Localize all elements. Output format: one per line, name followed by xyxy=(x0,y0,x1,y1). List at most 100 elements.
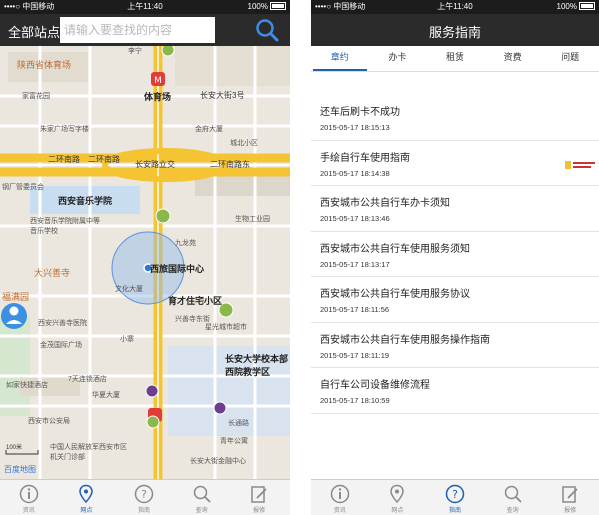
active-tab-indicator xyxy=(313,69,367,71)
list-item[interactable]: 自行车公司设备维修流程 2015-05-17 18:10:59 xyxy=(311,368,599,414)
tab-faq[interactable]: 问题 xyxy=(541,46,599,71)
item-date: 2015-05-17 18:11:19 xyxy=(320,350,390,360)
tab-repair[interactable]: 报修 xyxy=(230,480,288,515)
map-canvas: M xyxy=(0,46,290,480)
item-date: 2015-05-17 18:15:13 xyxy=(320,123,390,132)
map-screen: ••••○ 中国移动 上午11:40 100% 全部站点 请输入要查找的内容 M… xyxy=(0,0,290,515)
guide-screen: ••••○ 中国移动 上午11:40 100% 服务指南 章约 办卡 租赁 资费… xyxy=(311,0,599,515)
list-item[interactable]: 西安城市公共自行车使用服务操作指南 2015-05-17 18:11:19 xyxy=(311,323,599,368)
map-header: 全部站点 xyxy=(0,14,290,46)
tab-label: 报修 xyxy=(564,508,577,514)
map-label: 西安市公安局 xyxy=(28,418,70,425)
map-label: 城北小区 xyxy=(230,140,258,147)
tab-label: 报修 xyxy=(253,508,266,514)
tab-guide[interactable]: ? 指南 xyxy=(426,480,484,515)
location-pin-icon xyxy=(390,484,405,504)
search-icon[interactable] xyxy=(254,18,280,42)
map-label: 长安大街金融中心 xyxy=(190,458,246,465)
tab-stations[interactable]: 网点 xyxy=(369,480,427,515)
status-bar: ••••○ 中国移动 上午11:40 100% xyxy=(0,0,290,14)
search-input[interactable] xyxy=(60,17,215,43)
tab-stations[interactable]: 网点 xyxy=(58,480,116,515)
list-item[interactable]: 西安城市公共自行车办卡须知 2015-05-17 18:13:46 xyxy=(311,186,599,232)
map-label: 长通路 xyxy=(228,420,249,427)
edit-icon xyxy=(562,486,578,503)
map-label: 青年公寓 xyxy=(220,438,248,445)
map-label: 西安音乐学院附属中等音乐学校 xyxy=(30,218,100,235)
map-label: 西安音乐学院 xyxy=(58,196,113,206)
item-title: 自行车公司设备维修流程 xyxy=(320,380,430,391)
tab-info[interactable]: 资讯 xyxy=(311,480,369,515)
map-view[interactable]: M 陕西省体育场 李宁 体育场 家富花园 长安大街3号 朱家广场写字楼 金府大厦… xyxy=(0,46,290,480)
map-label: 长安路立交 xyxy=(135,160,175,169)
tab-label: 资讯 xyxy=(22,508,35,514)
map-label: 文化大厦 xyxy=(115,286,143,293)
clock: 上午11:40 xyxy=(127,2,163,11)
map-label: 中国人民解放军西安市区机关门诊部 xyxy=(50,444,127,461)
item-title: 手绘自行车使用指南 xyxy=(320,152,410,164)
tab-label: 网点 xyxy=(80,508,93,514)
map-label: 钢厂管委员会 xyxy=(2,184,44,191)
tab-label: 查询 xyxy=(195,508,208,514)
guide-header: 服务指南 xyxy=(311,14,599,46)
map-label: 李宁 xyxy=(128,48,142,55)
item-thumbnail-icon xyxy=(565,160,595,169)
map-label: 二环南路东 xyxy=(210,160,250,169)
tab-query[interactable]: 查询 xyxy=(173,480,231,515)
item-title: 西安城市公共自行车使用服务须知 xyxy=(320,243,470,255)
tab-info[interactable]: 资讯 xyxy=(0,480,58,515)
all-stations-button[interactable]: 全部站点 xyxy=(8,22,60,41)
map-label: 华夏大厦 xyxy=(92,392,120,399)
tab-label: 资讯 xyxy=(333,508,346,514)
guide-list: 还车后刷卡不成功 2015-05-17 18:15:13 手绘自行车使用指南 201… xyxy=(311,95,599,414)
tab-guide[interactable]: ? 指南 xyxy=(115,480,173,515)
map-scale: 100米 xyxy=(6,445,23,451)
map-label: 长安大街3号 xyxy=(200,91,245,100)
baidu-logo: 百度地图 xyxy=(4,465,36,474)
list-item[interactable]: 西安城市公共自行车使用服务协议 2015-05-17 18:11:56 xyxy=(311,277,599,323)
battery: 100% xyxy=(248,0,286,14)
item-title: 西安城市公共自行车使用服务协议 xyxy=(320,289,470,300)
list-item[interactable]: 手绘自行车使用指南 2015-05-17 18:14:38 xyxy=(311,141,599,186)
info-icon xyxy=(330,484,350,504)
tab-rental[interactable]: 租赁 xyxy=(426,46,484,71)
tab-repair[interactable]: 报修 xyxy=(541,480,599,515)
tab-rules[interactable]: 章约 xyxy=(311,46,369,71)
item-date: 2015-05-17 18:13:46 xyxy=(320,214,390,223)
item-title: 西安城市公共自行车办卡须知 xyxy=(320,198,450,209)
battery-percent: 100% xyxy=(556,2,577,11)
bottom-tab-bar: 资讯 网点 ? 指南 查询 报修 xyxy=(311,479,599,515)
tab-card[interactable]: 办卡 xyxy=(369,46,427,71)
status-bar: ••••○ 中国移动 上午11:40 100% xyxy=(311,0,599,14)
item-date: 2015-05-17 18:13:17 xyxy=(320,259,390,269)
item-date: 2015-05-17 18:14:38 xyxy=(320,168,390,178)
bottom-tab-bar: 资讯 网点 ? 指南 查询 报修 xyxy=(0,479,290,515)
list-item[interactable]: 西安城市公共自行车使用服务须知 2015-05-17 18:13:17 xyxy=(311,232,599,277)
map-label: 小寨 xyxy=(120,336,134,343)
map-label: 生物工业园 xyxy=(235,216,270,223)
tab-label: 查询 xyxy=(506,508,519,514)
list-item[interactable]: 还车后刷卡不成功 2015-05-17 18:15:13 xyxy=(311,95,599,141)
info-icon xyxy=(19,484,39,504)
map-label: 朱家广场写字楼 xyxy=(40,126,89,133)
category-tabs: 章约 办卡 租赁 资费 问题 xyxy=(311,46,599,72)
page-title: 服务指南 xyxy=(428,25,481,40)
tab-label: 指南 xyxy=(448,508,461,514)
item-title: 还车后刷卡不成功 xyxy=(320,107,400,118)
item-title: 西安城市公共自行车使用服务操作指南 xyxy=(320,334,490,346)
edit-icon xyxy=(251,486,267,503)
battery: 100% xyxy=(557,0,595,14)
map-label: 二环南路 xyxy=(88,155,120,164)
map-label: 体育场 xyxy=(144,92,172,102)
svg-text:?: ? xyxy=(452,488,458,501)
tab-query[interactable]: 查询 xyxy=(484,480,542,515)
map-label: 福满园 xyxy=(2,292,30,302)
tab-label: 网点 xyxy=(391,508,404,514)
help-icon: ? xyxy=(134,484,154,504)
tab-fees[interactable]: 资费 xyxy=(484,46,542,71)
map-label: 如家快捷酒店 xyxy=(6,382,48,389)
map-label: 7天连锁酒店 xyxy=(68,376,107,383)
map-label: 长安大学校本部西院教学区 xyxy=(225,354,289,377)
map-label: 金茂国际广场 xyxy=(40,342,82,349)
map-label: 陕西省体育场 xyxy=(17,60,72,70)
